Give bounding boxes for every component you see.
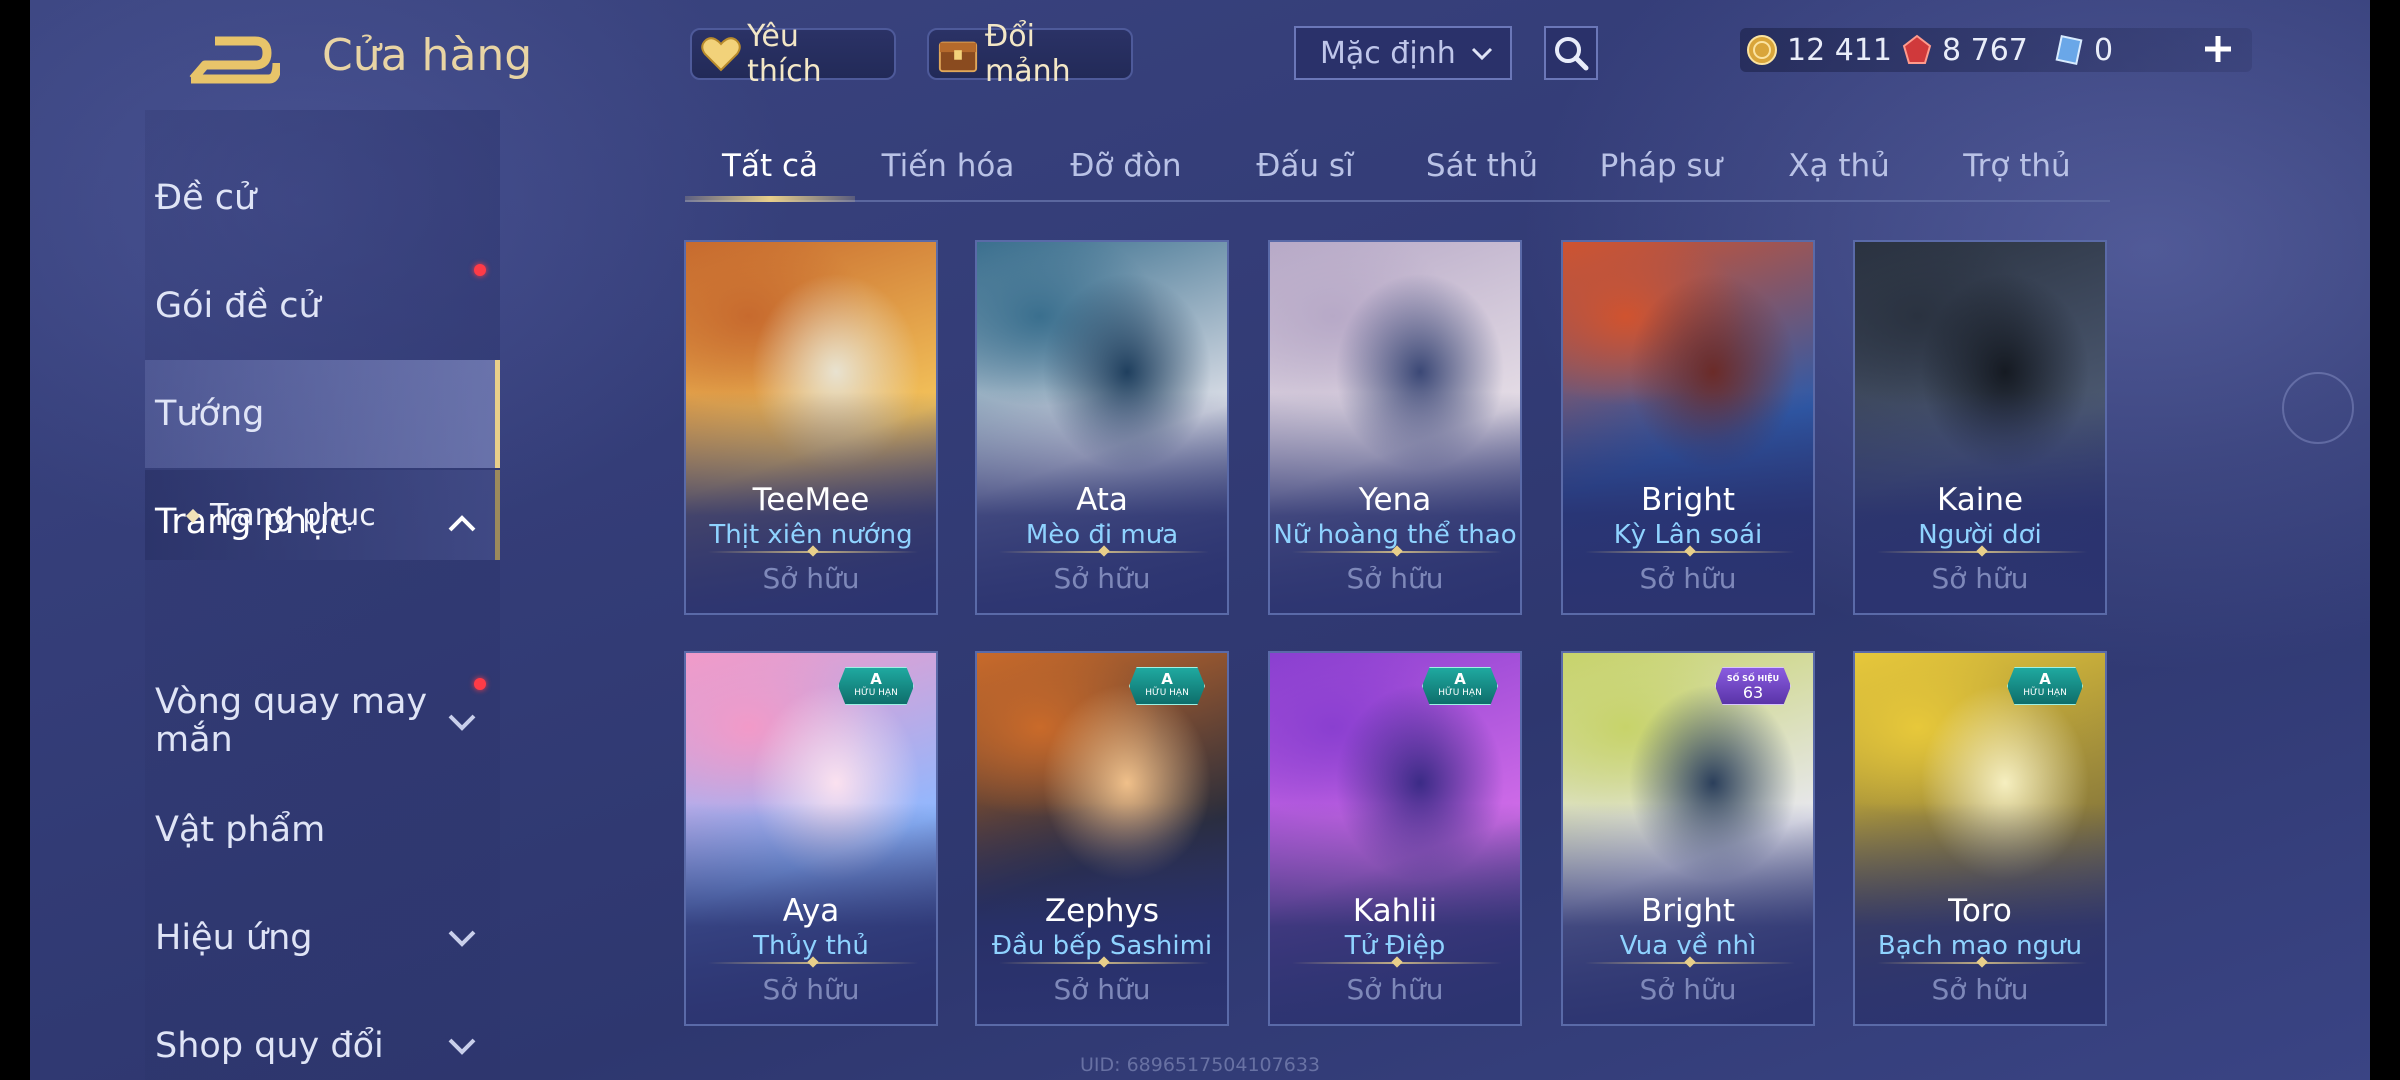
owned-status: Sở hữu [1931, 562, 2029, 595]
owned-status: Sở hữu [1053, 562, 1151, 595]
sidebar-item-lucky-spin[interactable]: Vòng quay may mắn [155, 683, 445, 759]
tab-mage[interactable]: Pháp sư [1600, 148, 1723, 184]
chevron-down-icon [448, 714, 476, 731]
favorites-label: Yêu thích [747, 19, 822, 89]
active-tab-indicator [685, 196, 855, 202]
hero-name: Bright [1640, 482, 1736, 518]
tab-all[interactable]: Tất cả [722, 148, 818, 184]
plus-icon [2205, 36, 2231, 62]
limited-badge: A HỮU HẠN [1422, 667, 1498, 705]
sidebar-item-items[interactable]: Vật phẩm [155, 810, 325, 850]
hero-name: Ata [1076, 482, 1128, 518]
hero-name: Kahlii [1352, 893, 1438, 929]
badge-bottom-text: HỮU HẠN [1145, 688, 1189, 698]
shard-exchange-button[interactable]: Đổi mảnh [927, 19, 1133, 89]
treasure-chest-icon [937, 33, 979, 75]
back-arrow-icon[interactable] [185, 35, 282, 87]
ruby-currency: 8 767 [1900, 28, 2028, 72]
ruby-icon [1900, 33, 1934, 67]
limited-badge: SỐ SỐ HIỆU 63 [1715, 667, 1791, 705]
owned-status: Sở hữu [1346, 973, 1444, 1006]
skin-card[interactable]: Yena Nữ hoàng thể thao Sở hữu [1268, 240, 1522, 615]
search-button[interactable] [1544, 26, 1598, 80]
owned-status: Sở hữu [762, 973, 860, 1006]
hero-name: Zephys [1044, 893, 1160, 929]
badge-top-text: A [1454, 670, 1466, 688]
skin-card[interactable]: Kaine Người dơi Sở hữu [1853, 240, 2107, 615]
screen-edge-right [2370, 0, 2400, 1080]
shard-exchange-label: Đổi mảnh [985, 19, 1071, 89]
shop-screen: Cửa hàng Yêu thích Đổi mảnh Mặc định 12 … [0, 0, 2400, 1080]
badge-bottom-text: HỮU HẠN [2023, 688, 2067, 698]
limited-badge: A HỮU HẠN [1129, 667, 1205, 705]
favorites-button[interactable]: Yêu thích [690, 19, 896, 89]
badge-top-text: A [1161, 670, 1173, 688]
uid-watermark: UID: 6896517504107633 [1080, 1054, 1320, 1076]
owned-status: Sở hữu [1346, 562, 1444, 595]
tab-marksman[interactable]: Xạ thủ [1788, 148, 1890, 184]
hero-name: Toro [1948, 893, 2012, 929]
badge-top-text: A [2039, 670, 2051, 688]
add-currency-button[interactable] [2195, 26, 2241, 72]
tab-fighter[interactable]: Đấu sĩ [1256, 148, 1353, 184]
page-title: Cửa hàng [322, 30, 533, 81]
gem-currency: 0 [2052, 28, 2113, 72]
sidebar-item-exchange-shop[interactable]: Shop quy đổi [155, 1026, 384, 1066]
heart-icon [700, 33, 741, 75]
hero-name: Yena [1358, 482, 1432, 518]
badge-bottom-text: HỮU HẠN [1438, 688, 1482, 698]
tab-evolution[interactable]: Tiến hóa [882, 148, 1015, 184]
gem-amount: 0 [2094, 32, 2114, 68]
skin-card[interactable]: TeeMee Thịt xiên nướng Sở hữu [684, 240, 938, 615]
tab-bar-divider [685, 200, 2110, 202]
hero-name: Kaine [1936, 482, 2024, 518]
sort-dropdown[interactable]: Mặc định [1294, 26, 1512, 80]
badge-bottom-text: 63 [1742, 683, 1764, 702]
screen-edge-left [0, 0, 30, 1080]
chevron-up-icon [448, 515, 476, 532]
tab-support[interactable]: Trợ thủ [1963, 148, 2070, 184]
chevron-down-icon [448, 930, 476, 947]
skin-card[interactable]: Bright Kỳ Lân soái Sở hữu [1561, 240, 1815, 615]
sidebar-item-effects[interactable]: Hiệu ứng [155, 918, 312, 958]
badge-bottom-text: HỮU HẠN [854, 688, 898, 698]
floating-assist-ring[interactable] [2282, 372, 2354, 444]
sidebar-item-recommended[interactable]: Đề cử [155, 178, 256, 218]
skin-card[interactable]: Ata Mèo đi mưa Sở hữu [975, 240, 1229, 615]
owned-status: Sở hữu [1931, 973, 2029, 1006]
chevron-down-icon [1471, 47, 1493, 61]
limited-badge: A HỮU HẠN [838, 667, 914, 705]
search-icon [1555, 37, 1589, 71]
skin-card[interactable]: A HỮU HẠN Aya Thủy thủ Sở hữu [684, 651, 938, 1026]
tab-tank[interactable]: Đỡ đòn [1070, 148, 1181, 184]
tab-assassin[interactable]: Sát thủ [1426, 148, 1538, 184]
gold-currency: 12 411 [1745, 28, 1892, 72]
skin-card[interactable]: A HỮU HẠN Zephys Đầu bếp Sashimi Sở hữu [975, 651, 1229, 1026]
owned-status: Sở hữu [762, 562, 860, 595]
notification-dot [474, 678, 486, 690]
chevron-down-icon [448, 1038, 476, 1055]
hero-name: Bright [1640, 893, 1736, 929]
owned-status: Sở hữu [1639, 973, 1737, 1006]
gold-coin-icon [1745, 33, 1779, 67]
notification-dot [474, 264, 486, 276]
owned-status: Sở hữu [1053, 973, 1151, 1006]
sidebar-item-heroes[interactable]: Tướng [155, 394, 264, 434]
hero-name: TeeMee [752, 482, 870, 518]
owned-status: Sở hữu [1639, 562, 1737, 595]
limited-badge: A HỮU HẠN [2007, 667, 2083, 705]
ruby-amount: 8 767 [1942, 32, 2028, 68]
sidebar-item-bundles[interactable]: Gói đề cử [155, 286, 321, 326]
gold-amount: 12 411 [1787, 32, 1892, 68]
skin-card[interactable]: SỐ SỐ HIỆU 63 Bright Vua về nhì Sở hữu [1561, 651, 1815, 1026]
skin-card[interactable]: A HỮU HẠN Kahlii Tử Điệp Sở hữu [1268, 651, 1522, 1026]
voucher-icon [2052, 33, 2086, 67]
sort-value: Mặc định [1320, 35, 1456, 71]
skin-card[interactable]: A HỮU HẠN Toro Bạch mao ngưu Sở hữu [1853, 651, 2107, 1026]
hero-name: Aya [782, 893, 840, 929]
badge-top-text: A [870, 670, 882, 688]
sidebar-subitem-label: Trang phục [210, 498, 376, 533]
